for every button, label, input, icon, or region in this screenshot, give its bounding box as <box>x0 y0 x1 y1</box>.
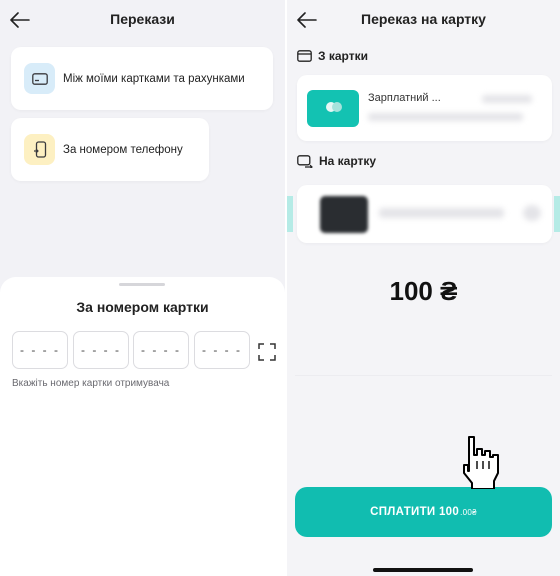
amount-divider <box>295 375 552 376</box>
home-indicator[interactable] <box>373 568 473 572</box>
option-label: Між моїми картками та рахунками <box>63 72 245 85</box>
card-carousel-edge-left <box>287 196 293 232</box>
card-transfer-header: Переказ на картку <box>287 0 560 40</box>
redacted-balance <box>482 95 532 103</box>
transfers-header: Перекази <box>0 0 285 40</box>
card-number-hint: Вкажіть номер картки отримувача <box>12 378 170 389</box>
card-digits-input-3[interactable]: - - - - <box>133 331 189 369</box>
redacted-card-number <box>368 113 523 121</box>
pay-button-cents: .00₴ <box>460 507 477 517</box>
source-card-thumbnail <box>307 89 359 127</box>
page-title: Переказ на картку <box>361 11 486 27</box>
redacted-destination-number <box>379 208 504 218</box>
card-digits-input-2[interactable]: - - - - <box>73 331 129 369</box>
sheet-handle[interactable] <box>119 283 165 286</box>
by-phone-option[interactable]: За номером телефону <box>11 118 209 181</box>
to-card-section-label: На картку <box>297 154 376 168</box>
card-transfer-icon <box>297 154 313 168</box>
redacted-bank-logo <box>523 205 541 221</box>
section-label: З картки <box>318 49 368 63</box>
card-transfer-screen: Переказ на картку З картки Зарплатний ..… <box>287 0 560 576</box>
scan-card-icon[interactable] <box>258 343 276 361</box>
phone-transfer-icon <box>24 134 55 165</box>
transfers-screen: Перекази Між моїми картками та рахунками… <box>0 0 285 576</box>
card-carousel-edge-right <box>554 196 560 232</box>
pay-button[interactable]: СПЛАТИТИ 100.00₴ <box>295 487 552 537</box>
sheet-title: За номером картки <box>76 299 209 315</box>
card-icon <box>297 50 312 62</box>
transfer-amount[interactable]: 100 ₴ <box>287 276 560 307</box>
section-label: На картку <box>319 154 377 168</box>
card-digits-input-4[interactable]: - - - - <box>194 331 250 369</box>
option-label: За номером телефону <box>63 143 183 156</box>
destination-card-selector[interactable] <box>297 185 552 243</box>
source-card-selector[interactable]: Зарплатний ... <box>297 75 552 141</box>
card-icon <box>24 63 55 94</box>
card-digits-input-1[interactable]: - - - - <box>12 331 68 369</box>
from-card-section-label: З картки <box>297 49 368 63</box>
pay-button-label: СПЛАТИТИ 100 <box>370 506 460 518</box>
card-number-sheet: За номером картки - - - - - - - - - - - … <box>0 277 285 576</box>
destination-card-thumbnail <box>320 196 368 233</box>
between-my-cards-option[interactable]: Між моїми картками та рахунками <box>11 47 273 110</box>
page-title: Перекази <box>110 11 175 27</box>
source-card-name: Зарплатний ... <box>368 92 441 104</box>
pointer-hand-icon <box>457 433 505 490</box>
